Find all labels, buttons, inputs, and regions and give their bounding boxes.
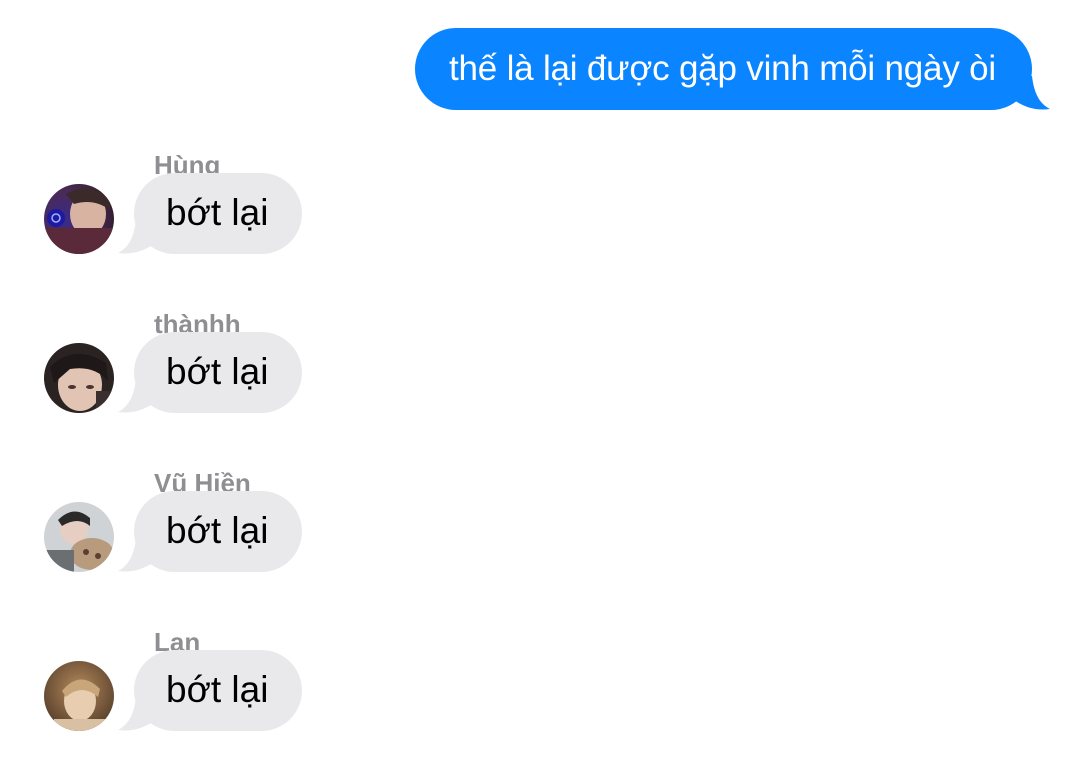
incoming-bubble-wrap: bớt lại — [118, 650, 303, 731]
incoming-bubble[interactable]: bớt lại — [134, 491, 303, 572]
incoming-message: thànhh bớt lại — [0, 309, 600, 459]
avatar[interactable] — [44, 343, 114, 413]
message-thread: thế là lại được gặp vinh mỗi ngày òi Hùn… — [0, 0, 1080, 757]
incoming-message: Vũ Hiền bớt lại — [0, 468, 600, 618]
incoming-message: Lan bớt lại — [0, 627, 600, 777]
avatar[interactable] — [44, 502, 114, 572]
outgoing-bubble[interactable]: thế là lại được gặp vinh mỗi ngày òi — [415, 28, 1032, 110]
outgoing-message: thế là lại được gặp vinh mỗi ngày òi — [415, 28, 1050, 110]
avatar[interactable] — [44, 184, 114, 254]
avatar-image-2 — [44, 343, 114, 413]
incoming-bubble[interactable]: bớt lại — [134, 650, 303, 731]
incoming-bubble-wrap: bớt lại — [118, 491, 303, 572]
avatar-image-1 — [44, 184, 114, 254]
incoming-bubble[interactable]: bớt lại — [134, 173, 303, 254]
incoming-bubble-wrap: bớt lại — [118, 173, 303, 254]
incoming-bubble-wrap: bớt lại — [118, 332, 303, 413]
avatar-image-4 — [44, 661, 114, 731]
incoming-bubble[interactable]: bớt lại — [134, 332, 303, 413]
avatar-image-3 — [44, 502, 114, 572]
avatar[interactable] — [44, 661, 114, 731]
incoming-message: Hùng bớt lại — [0, 150, 600, 300]
